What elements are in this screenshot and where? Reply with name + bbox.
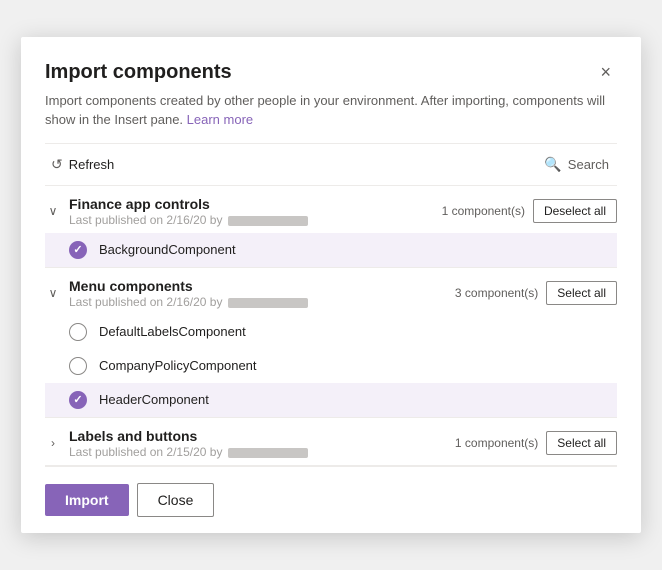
- group-labels: › Labels and buttons Last published on 2…: [45, 418, 617, 466]
- toolbar: ↺ Refresh 🔍 Search: [45, 143, 617, 186]
- chevron-finance-icon[interactable]: ∨: [45, 204, 61, 218]
- chevron-labels-icon[interactable]: ›: [45, 436, 61, 450]
- group-meta-menu: Last published on 2/16/20 by: [69, 295, 447, 309]
- group-name-labels: Labels and buttons: [69, 428, 447, 444]
- checkbox-unchecked-icon: [69, 357, 87, 375]
- refresh-button[interactable]: ↺ Refresh: [45, 152, 120, 177]
- checkbox-unchecked-icon: [69, 323, 87, 341]
- component-item-CompanyPolicyComponent[interactable]: CompanyPolicyComponent: [45, 349, 617, 383]
- import-button[interactable]: Import: [45, 484, 129, 516]
- group-meta-finance: Last published on 2/16/20 by: [69, 213, 434, 227]
- component-count-finance: 1 component(s): [442, 204, 525, 218]
- component-item-DefaultLabelsComponent[interactable]: DefaultLabelsComponent: [45, 315, 617, 349]
- group-header-labels: › Labels and buttons Last published on 2…: [45, 418, 617, 465]
- group-info-labels: Labels and buttons Last published on 2/1…: [69, 428, 447, 459]
- search-area: 🔍 Search: [152, 156, 617, 173]
- component-item-BackgroundComponent[interactable]: BackgroundComponent: [45, 233, 617, 267]
- close-button[interactable]: Close: [137, 483, 215, 517]
- group-name-menu: Menu components: [69, 278, 447, 294]
- checkbox-checked-icon: [69, 241, 87, 259]
- group-header-menu: ∨ Menu components Last published on 2/16…: [45, 268, 617, 315]
- checkbox-checked-icon: [69, 391, 87, 409]
- group-actions-finance: 1 component(s) Deselect all: [442, 199, 617, 223]
- deselect-all-button-finance[interactable]: Deselect all: [533, 199, 617, 223]
- learn-more-link[interactable]: Learn more: [187, 112, 253, 127]
- group-menu: ∨ Menu components Last published on 2/16…: [45, 268, 617, 418]
- chevron-menu-icon[interactable]: ∨: [45, 286, 61, 300]
- select-all-button-menu[interactable]: Select all: [546, 281, 617, 305]
- component-groups-list: ∨ Finance app controls Last published on…: [45, 186, 617, 466]
- component-name: CompanyPolicyComponent: [99, 358, 257, 373]
- group-header-finance: ∨ Finance app controls Last published on…: [45, 186, 617, 233]
- dialog-title: Import components: [45, 61, 232, 84]
- component-count-labels: 1 component(s): [455, 436, 538, 450]
- component-name: DefaultLabelsComponent: [99, 324, 246, 339]
- group-info-finance: Finance app controls Last published on 2…: [69, 196, 434, 227]
- group-info-menu: Menu components Last published on 2/16/2…: [69, 278, 447, 309]
- search-icon: 🔍: [544, 156, 561, 173]
- dialog-header: Import components ×: [45, 61, 617, 84]
- close-icon[interactable]: ×: [594, 61, 617, 83]
- component-name: BackgroundComponent: [99, 242, 236, 257]
- select-all-button-labels[interactable]: Select all: [546, 431, 617, 455]
- component-name: HeaderComponent: [99, 392, 209, 407]
- group-meta-labels: Last published on 2/15/20 by: [69, 445, 447, 459]
- component-item-HeaderComponent[interactable]: HeaderComponent: [45, 383, 617, 417]
- import-components-dialog: Import components × Import components cr…: [21, 37, 641, 532]
- dialog-footer: Import Close: [45, 466, 617, 533]
- component-count-menu: 3 component(s): [455, 286, 538, 300]
- dialog-description: Import components created by other peopl…: [45, 92, 617, 128]
- group-actions-menu: 3 component(s) Select all: [455, 281, 617, 305]
- group-name-finance: Finance app controls: [69, 196, 434, 212]
- group-finance: ∨ Finance app controls Last published on…: [45, 186, 617, 268]
- group-actions-labels: 1 component(s) Select all: [455, 431, 617, 455]
- refresh-icon: ↺: [51, 156, 63, 173]
